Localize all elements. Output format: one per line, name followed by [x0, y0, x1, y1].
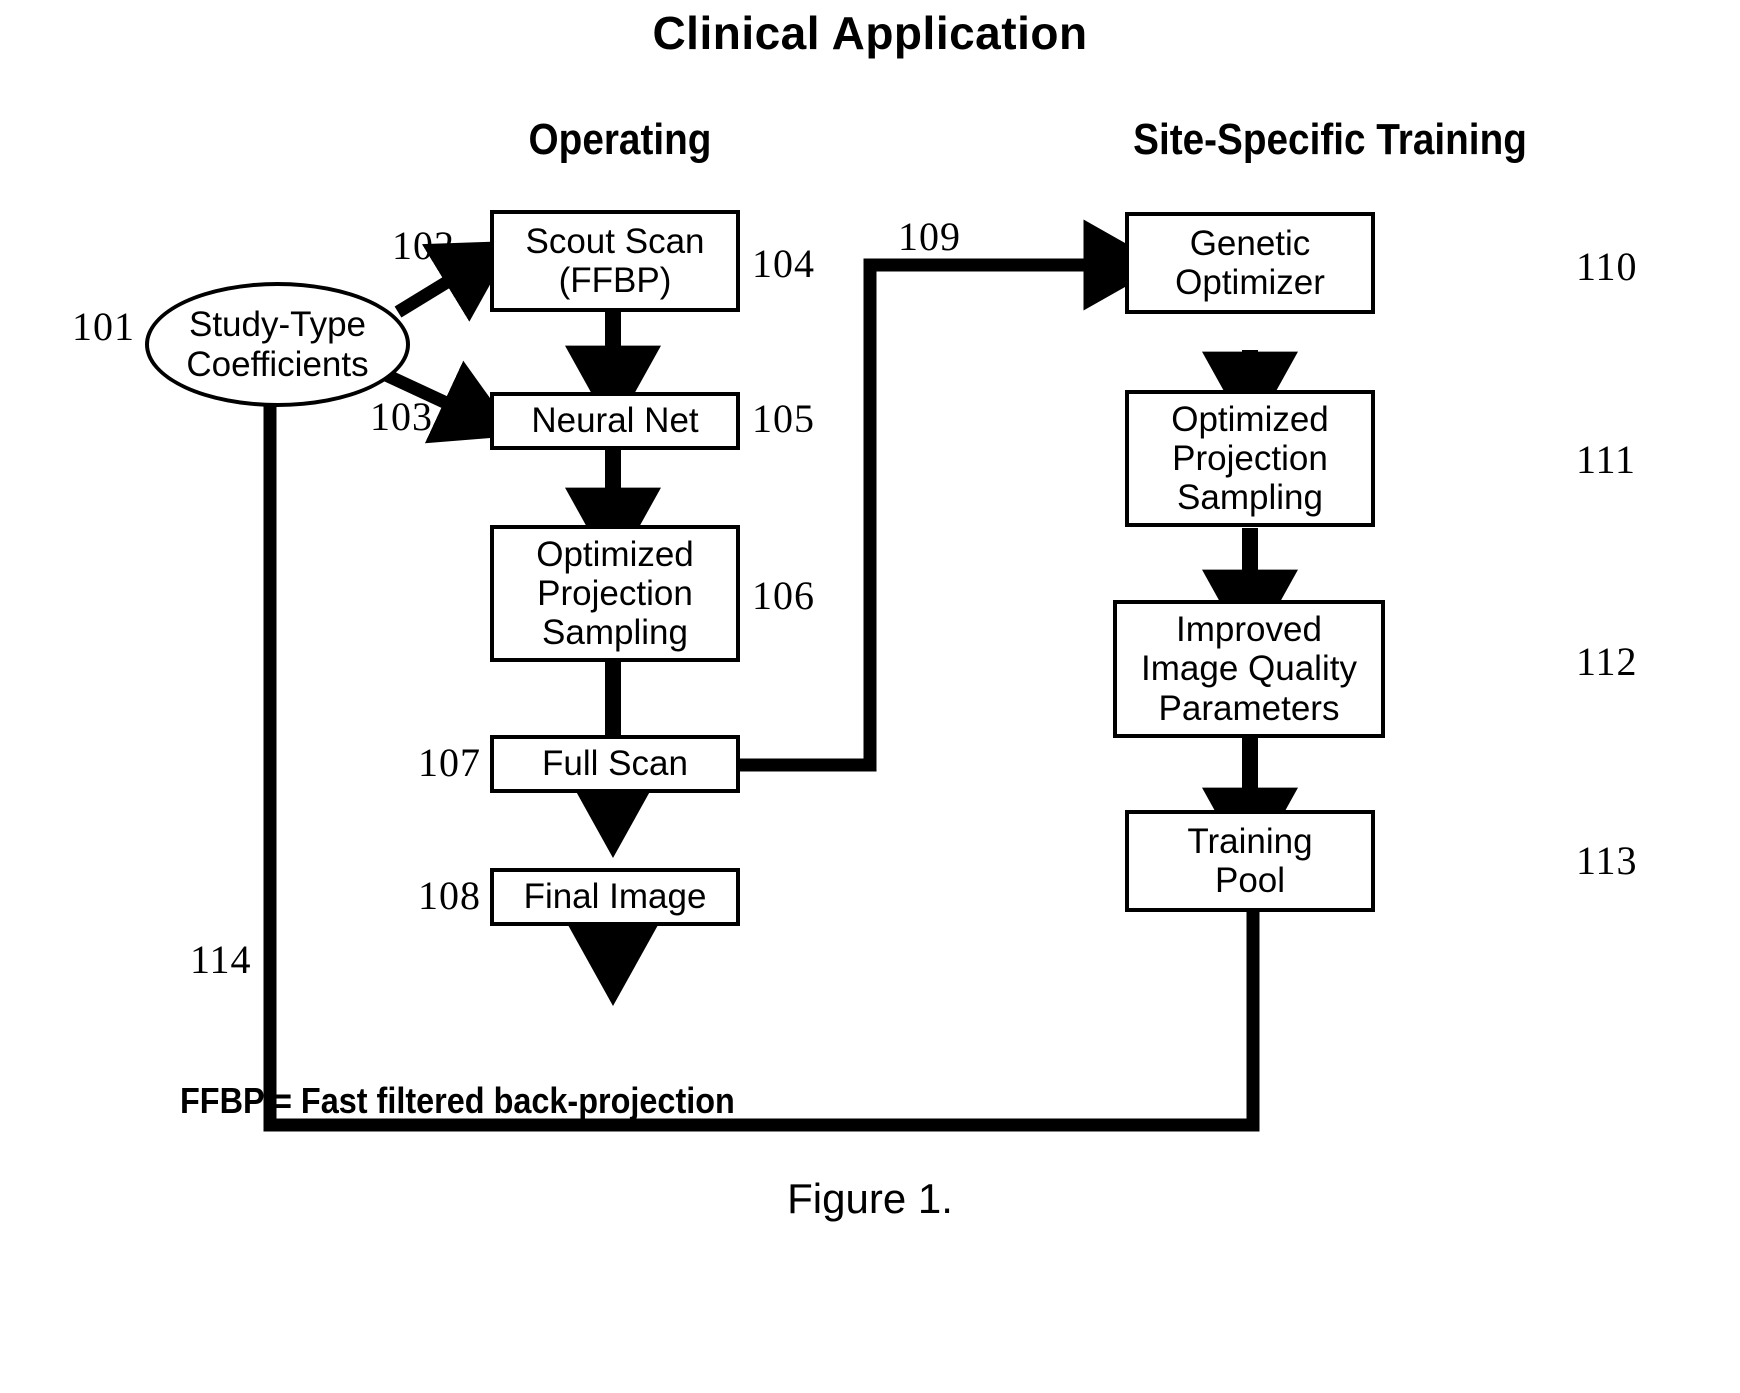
node-training-pool[interactable]: Training Pool — [1125, 810, 1375, 912]
node-improved-image-quality-parameters[interactable]: Improved Image Quality Parameters — [1113, 600, 1385, 738]
node-final-image[interactable]: Final Image — [490, 868, 740, 926]
node-neural-net[interactable]: Neural Net — [490, 392, 740, 450]
figure-canvas: Clinical Application Operating Site-Spec… — [0, 0, 1740, 1393]
node-genetic-optimizer[interactable]: Genetic Optimizer — [1125, 212, 1375, 314]
node-scout-scan[interactable]: Scout Scan (FFBP) — [490, 210, 740, 312]
connector-layer — [263, 219, 1298, 1132]
node-optimized-projection-sampling-training[interactable]: Optimized Projection Sampling — [1125, 390, 1375, 527]
node-full-scan[interactable]: Full Scan — [490, 735, 740, 793]
node-optimized-projection-sampling-operating[interactable]: Optimized Projection Sampling — [490, 525, 740, 662]
node-study-type-coefficients[interactable]: Study-Type Coefficients — [145, 282, 410, 407]
